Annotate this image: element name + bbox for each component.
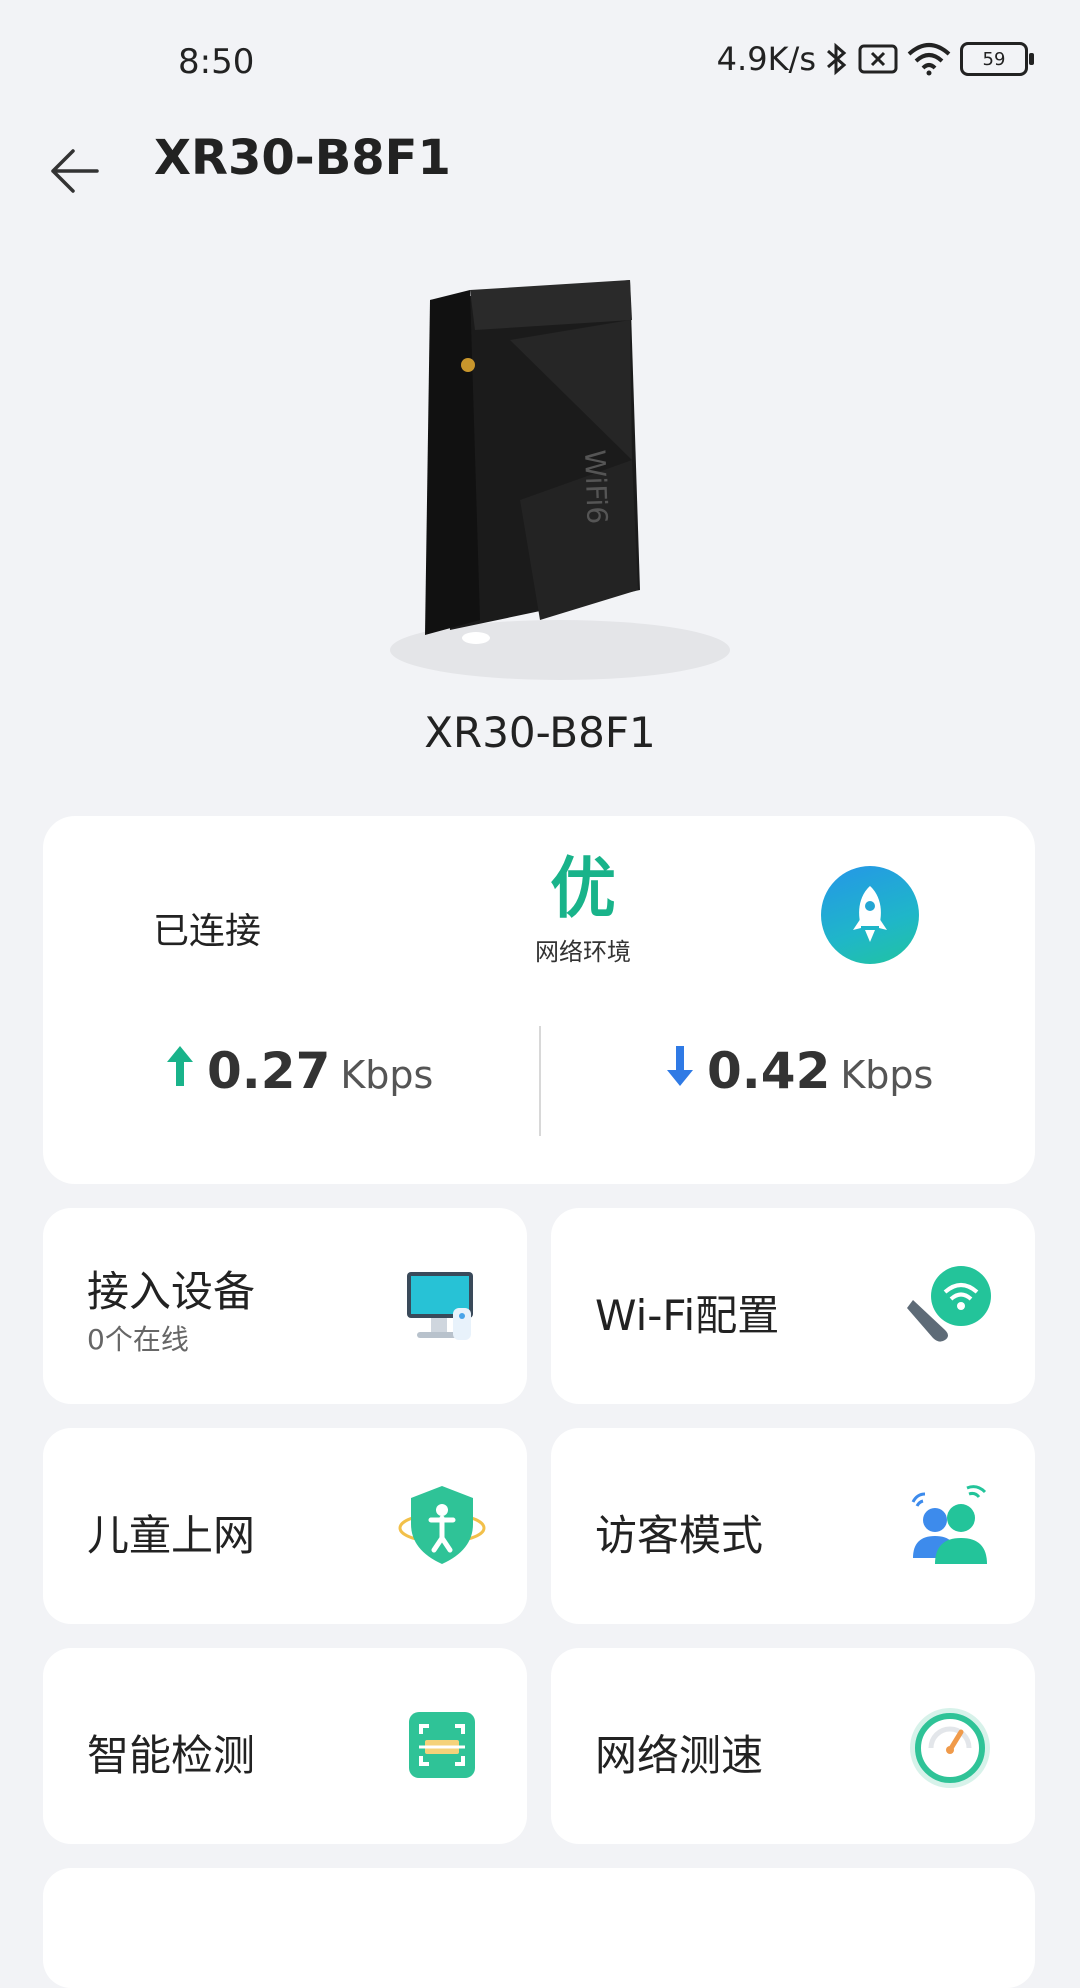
tile-speed-test[interactable]: 网络测速 <box>551 1648 1035 1844</box>
bluetooth-icon <box>824 41 850 77</box>
network-status-card: 已连接 优 网络环境 0.27 Kbps 0.42 Kbps <box>43 816 1035 1184</box>
download-speed: 0.42 Kbps <box>663 1042 933 1100</box>
router-image: WiFi6 <box>370 260 730 690</box>
speedometer-icon <box>910 1708 990 1788</box>
tile-smart-detection[interactable]: 智能检测 <box>43 1648 527 1844</box>
wifi-icon <box>906 42 952 76</box>
wifi-wrench-icon <box>907 1266 991 1342</box>
status-bar: 8:50 4.9K/s 59 <box>0 0 1080 120</box>
download-unit: Kbps <box>840 1053 934 1097</box>
page-title: XR30-B8F1 <box>154 130 451 186</box>
computer-icon <box>407 1272 473 1340</box>
upload-unit: Kbps <box>340 1053 434 1097</box>
connection-status: 已连接 <box>153 911 262 952</box>
network-quality: 优 网络环境 <box>453 856 713 967</box>
tile-label: 儿童上网 <box>87 1511 256 1560</box>
battery-level: 59 <box>982 48 1006 70</box>
arrow-left-icon <box>51 149 99 193</box>
scan-box-icon <box>409 1712 475 1778</box>
device-name: XR30-B8F1 <box>424 708 656 757</box>
back-button[interactable] <box>40 136 110 206</box>
tile-child-safety[interactable]: 儿童上网 <box>43 1428 527 1624</box>
upload-value: 0.27 <box>207 1042 331 1100</box>
status-time: 8:50 <box>178 42 255 82</box>
download-value: 0.42 <box>707 1042 831 1100</box>
battery-icon: 59 <box>960 42 1034 76</box>
arrow-up-icon <box>167 1046 193 1086</box>
quality-label: 网络环境 <box>535 938 631 966</box>
sim-disabled-icon <box>858 43 898 75</box>
tile-wifi-config[interactable]: Wi-Fi配置 <box>551 1208 1035 1404</box>
tile-label: 网络测速 <box>595 1731 764 1780</box>
guest-users-icon <box>911 1485 987 1564</box>
child-shield-icon <box>398 1486 486 1564</box>
rocket-icon <box>853 886 887 942</box>
tile-label: Wi-Fi配置 <box>595 1291 780 1340</box>
svg-text:WiFi6: WiFi6 <box>578 449 614 525</box>
tile-connected-devices[interactable]: 接入设备 0个在线 <box>43 1208 527 1404</box>
arrow-down-icon <box>667 1046 693 1086</box>
speed-divider <box>539 1026 541 1136</box>
tile-label: 访客模式 <box>595 1511 764 1560</box>
upload-speed: 0.27 Kbps <box>163 1042 433 1100</box>
bottom-card[interactable] <box>43 1868 1035 1988</box>
tile-guest-mode[interactable]: 访客模式 <box>551 1428 1035 1624</box>
tile-label: 智能检测 <box>87 1731 256 1780</box>
app-bar: XR30-B8F1 <box>0 120 1080 200</box>
tile-label: 接入设备 <box>87 1267 256 1316</box>
net-speed: 4.9K/s <box>716 40 816 78</box>
quality-value: 优 <box>550 850 616 927</box>
status-icons: 4.9K/s 59 <box>716 40 1034 78</box>
tile-sublabel: 0个在线 <box>87 1323 189 1356</box>
boost-button[interactable] <box>821 866 919 964</box>
